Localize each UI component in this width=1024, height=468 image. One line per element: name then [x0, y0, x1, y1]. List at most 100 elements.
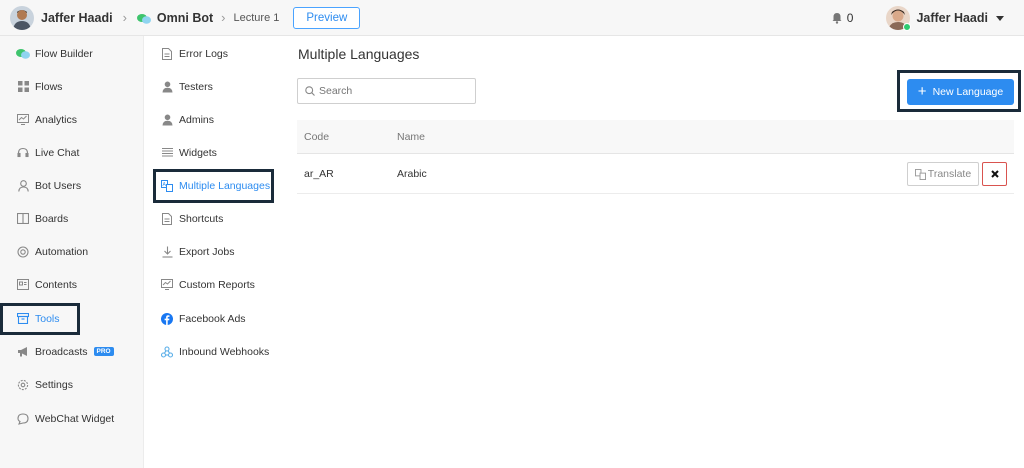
- sidebar-item-flow-builder[interactable]: Flow Builder: [0, 37, 144, 70]
- translate-icon: [914, 168, 926, 180]
- sidebar-item-flows[interactable]: Flows: [0, 70, 144, 103]
- search-box[interactable]: [297, 78, 476, 104]
- close-icon: [990, 170, 999, 178]
- sidebar-item-label: WebChat Widget: [35, 412, 115, 425]
- submenu-item-label: Admins: [179, 113, 215, 126]
- submenu-item-label: Inbound Webhooks: [179, 345, 270, 358]
- board-icon: [16, 212, 30, 226]
- submenu-item-label: Testers: [179, 80, 213, 93]
- sidebar-item-label: Broadcasts: [35, 345, 88, 358]
- analytics-icon: [16, 113, 30, 127]
- account-name[interactable]: Jaffer Haadi: [41, 11, 113, 25]
- delete-language-button[interactable]: [982, 162, 1007, 186]
- submenu-item-admins[interactable]: Admins: [144, 103, 284, 136]
- sidebar-item-bot-users[interactable]: Bot Users: [0, 169, 144, 202]
- pro-badge: PRO: [93, 347, 114, 356]
- submenu-item-label: Widgets: [179, 146, 217, 159]
- sidebar-item-settings[interactable]: Settings: [0, 368, 144, 401]
- headset-icon: [16, 146, 30, 160]
- user-icon: [16, 179, 30, 193]
- sidebar-item-automation[interactable]: Automation: [0, 235, 144, 268]
- sidebar-item-live-chat[interactable]: Live Chat: [0, 136, 144, 169]
- download-icon: [160, 245, 174, 259]
- chat-bubble-icon: [16, 412, 30, 426]
- sidebar-item-contents[interactable]: Contents: [0, 268, 144, 301]
- user-name[interactable]: Jaffer Haadi: [916, 11, 988, 25]
- submenu-item-label: Error Logs: [179, 47, 229, 60]
- facebook-icon: [160, 312, 174, 326]
- submenu-item-custom-reports[interactable]: Custom Reports: [144, 268, 284, 301]
- translate-label: Translate: [927, 168, 972, 180]
- notifications-count: 0: [846, 11, 854, 25]
- column-header-name[interactable]: Name: [397, 131, 697, 143]
- sidebar-item-label: Automation: [35, 245, 89, 258]
- submenu-item-label: Facebook Ads: [179, 312, 246, 325]
- tools-submenu: Error Logs Testers Admins Widgets A Mult…: [144, 36, 284, 468]
- webhook-icon: [160, 345, 174, 359]
- sidebar-item-broadcasts[interactable]: Broadcasts PRO: [0, 335, 144, 368]
- automation-icon: [16, 245, 30, 259]
- user-menu[interactable]: Jaffer Haadi: [886, 6, 1004, 31]
- submenu-item-export-jobs[interactable]: Export Jobs: [144, 235, 284, 268]
- chevron-right-icon: ›: [122, 10, 127, 25]
- submenu-item-facebook-ads[interactable]: Facebook Ads: [144, 302, 284, 335]
- chevron-right-icon: ›: [221, 10, 226, 25]
- account-avatar[interactable]: [10, 5, 34, 30]
- table-header: Code Name: [297, 120, 1014, 154]
- sidebar-item-label: Flows: [35, 80, 63, 93]
- bell-icon: [832, 13, 842, 24]
- translate-button[interactable]: Translate: [907, 162, 979, 186]
- search-icon: [305, 86, 315, 96]
- submenu-item-label: Export Jobs: [179, 245, 235, 258]
- highlight-box-new-language: [897, 70, 1021, 112]
- language-code: ar_AR: [304, 167, 334, 180]
- megaphone-icon: [16, 345, 30, 359]
- sidebar-item-label: Bot Users: [35, 179, 82, 192]
- submenu-item-label: Custom Reports: [179, 278, 255, 291]
- highlight-box-multiple-languages: [153, 169, 274, 203]
- bot-name[interactable]: Omni Bot: [157, 11, 213, 25]
- bot-chat-icon: [16, 47, 30, 61]
- submenu-item-error-logs[interactable]: Error Logs: [144, 37, 284, 70]
- page-title: Multiple Languages: [298, 46, 420, 62]
- submenu-item-inbound-webhooks[interactable]: Inbound Webhooks: [144, 335, 284, 368]
- submenu-item-widgets[interactable]: Widgets: [144, 136, 284, 169]
- person-icon: [160, 80, 174, 94]
- widgets-icon: [160, 146, 174, 160]
- preview-button[interactable]: Preview: [293, 6, 361, 29]
- contents-icon: [16, 278, 30, 292]
- sidebar-item-analytics[interactable]: Analytics: [0, 103, 144, 136]
- submenu-item-shortcuts[interactable]: Shortcuts: [144, 202, 284, 235]
- table-row: ar_AR Arabic Translate: [297, 154, 1014, 194]
- user-avatar[interactable]: [886, 6, 912, 31]
- sidebar-item-boards[interactable]: Boards: [0, 202, 144, 235]
- report-icon: [160, 278, 174, 292]
- grid-icon: [16, 80, 30, 94]
- sidebar-item-webchat-widget[interactable]: WebChat Widget: [0, 402, 144, 435]
- sidebar-item-label: Flow Builder: [35, 47, 93, 60]
- column-header-code[interactable]: Code: [297, 131, 397, 143]
- bot-chat-icon: [136, 12, 151, 24]
- sidebar-item-label: Contents: [35, 278, 78, 291]
- submenu-item-label: Shortcuts: [179, 212, 224, 225]
- highlight-box-tools: [0, 303, 80, 335]
- language-name: Arabic: [397, 167, 427, 180]
- languages-table: Code Name ar_AR Arabic Translate: [297, 120, 1014, 194]
- submenu-item-testers[interactable]: Testers: [144, 70, 284, 103]
- caret-down-icon[interactable]: [996, 15, 1004, 21]
- top-bar: Jaffer Haadi › Omni Bot › Lecture 1 Prev…: [0, 0, 1024, 36]
- document-icon: [160, 212, 174, 226]
- lecture-name[interactable]: Lecture 1: [234, 12, 280, 24]
- document-icon: [160, 47, 174, 61]
- sidebar-item-label: Live Chat: [35, 146, 80, 159]
- search-input[interactable]: [319, 85, 459, 97]
- sidebar-item-label: Boards: [35, 212, 69, 225]
- online-status-dot: [903, 23, 912, 31]
- person-icon: [160, 113, 174, 127]
- gear-icon: [16, 378, 30, 392]
- notifications[interactable]: 0: [831, 11, 854, 25]
- breadcrumb: Jaffer Haadi › Omni Bot › Lecture 1 Prev…: [0, 0, 361, 35]
- sidebar-item-label: Analytics: [35, 113, 78, 126]
- sidebar-item-label: Settings: [35, 378, 73, 391]
- sidebar: Flow Builder Flows Analytics Live Chat B…: [0, 36, 144, 468]
